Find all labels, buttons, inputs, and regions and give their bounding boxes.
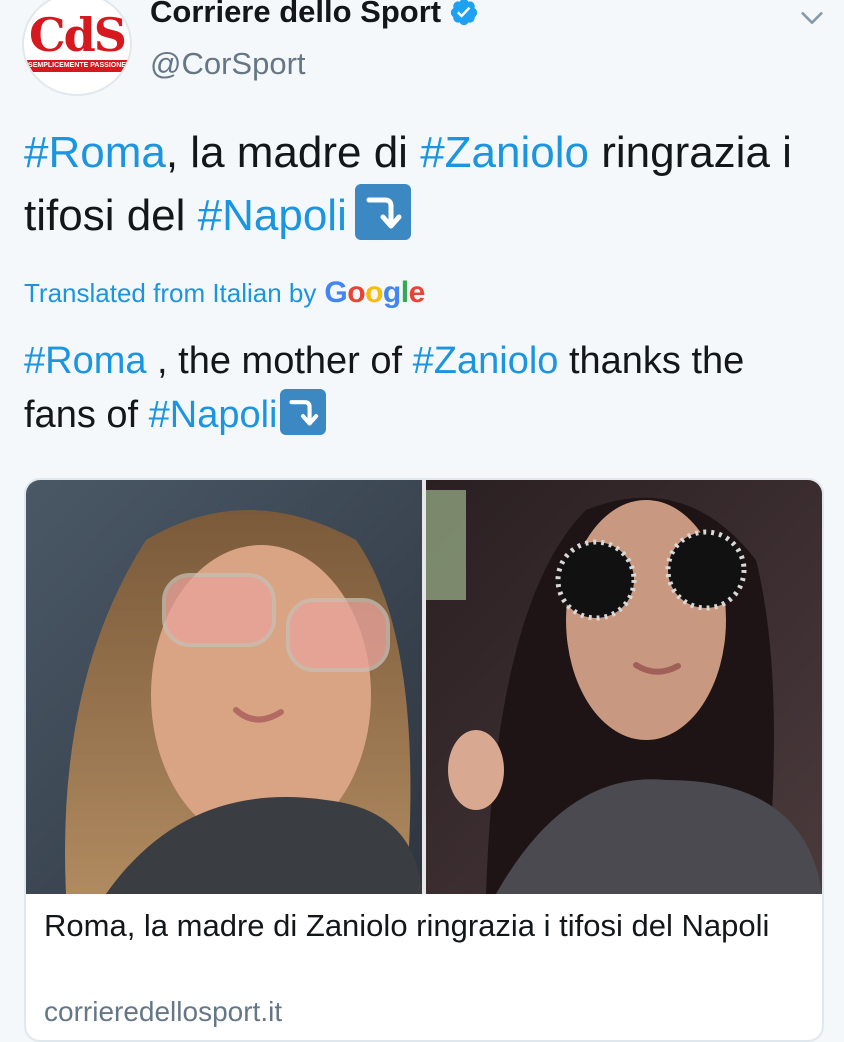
translation-text: #Roma , the mother of #Zaniolo thanks th… xyxy=(24,334,824,442)
account-handle[interactable]: @CorSport xyxy=(150,46,306,82)
google-logo: Google xyxy=(324,276,425,309)
avatar[interactable]: CdS SEMPLICEMENTE PASSIONE xyxy=(22,0,132,96)
chevron-down-icon[interactable] xyxy=(798,4,826,32)
translated-label: Translated from Italian by xyxy=(24,277,317,308)
hashtag-zaniolo[interactable]: #Zaniolo xyxy=(420,128,589,177)
name-row: Corriere dello Sport xyxy=(150,0,479,30)
avatar-logo-tagline: SEMPLICEMENTE PASSIONE xyxy=(24,60,130,72)
link-preview-card[interactable]: Roma, la madre di Zaniolo ringrazia i ti… xyxy=(24,478,824,1042)
hashtag-zaniolo[interactable]: #Zaniolo xyxy=(413,340,559,382)
card-domain[interactable]: corrieredellosport.it xyxy=(44,996,282,1028)
right-arrow-curving-down-emoji-icon xyxy=(279,389,326,435)
hashtag-napoli[interactable]: #Napoli xyxy=(198,191,347,240)
tweet-text: #Roma, la madre di #Zaniolo ringrazia i … xyxy=(24,122,824,247)
card-title[interactable]: Roma, la madre di Zaniolo ringrazia i ti… xyxy=(44,904,804,948)
tweet-header: CdS SEMPLICEMENTE PASSIONE Corriere dell… xyxy=(0,0,844,110)
verified-badge-icon xyxy=(450,0,478,26)
hashtag-roma[interactable]: #Roma xyxy=(24,340,147,382)
translation-text-segment: , the mother of xyxy=(146,340,413,382)
tweet-text-segment: , la madre di xyxy=(165,128,421,177)
card-image[interactable] xyxy=(26,480,822,894)
translation-attribution[interactable]: Translated from Italian by Google xyxy=(24,276,425,310)
display-name[interactable]: Corriere dello Sport xyxy=(150,0,441,30)
avatar-logo-text: CdS xyxy=(29,8,127,62)
hashtag-roma[interactable]: #Roma xyxy=(24,128,166,177)
hashtag-napoli[interactable]: #Napoli xyxy=(149,394,278,436)
right-arrow-curving-down-emoji-icon xyxy=(354,184,411,240)
